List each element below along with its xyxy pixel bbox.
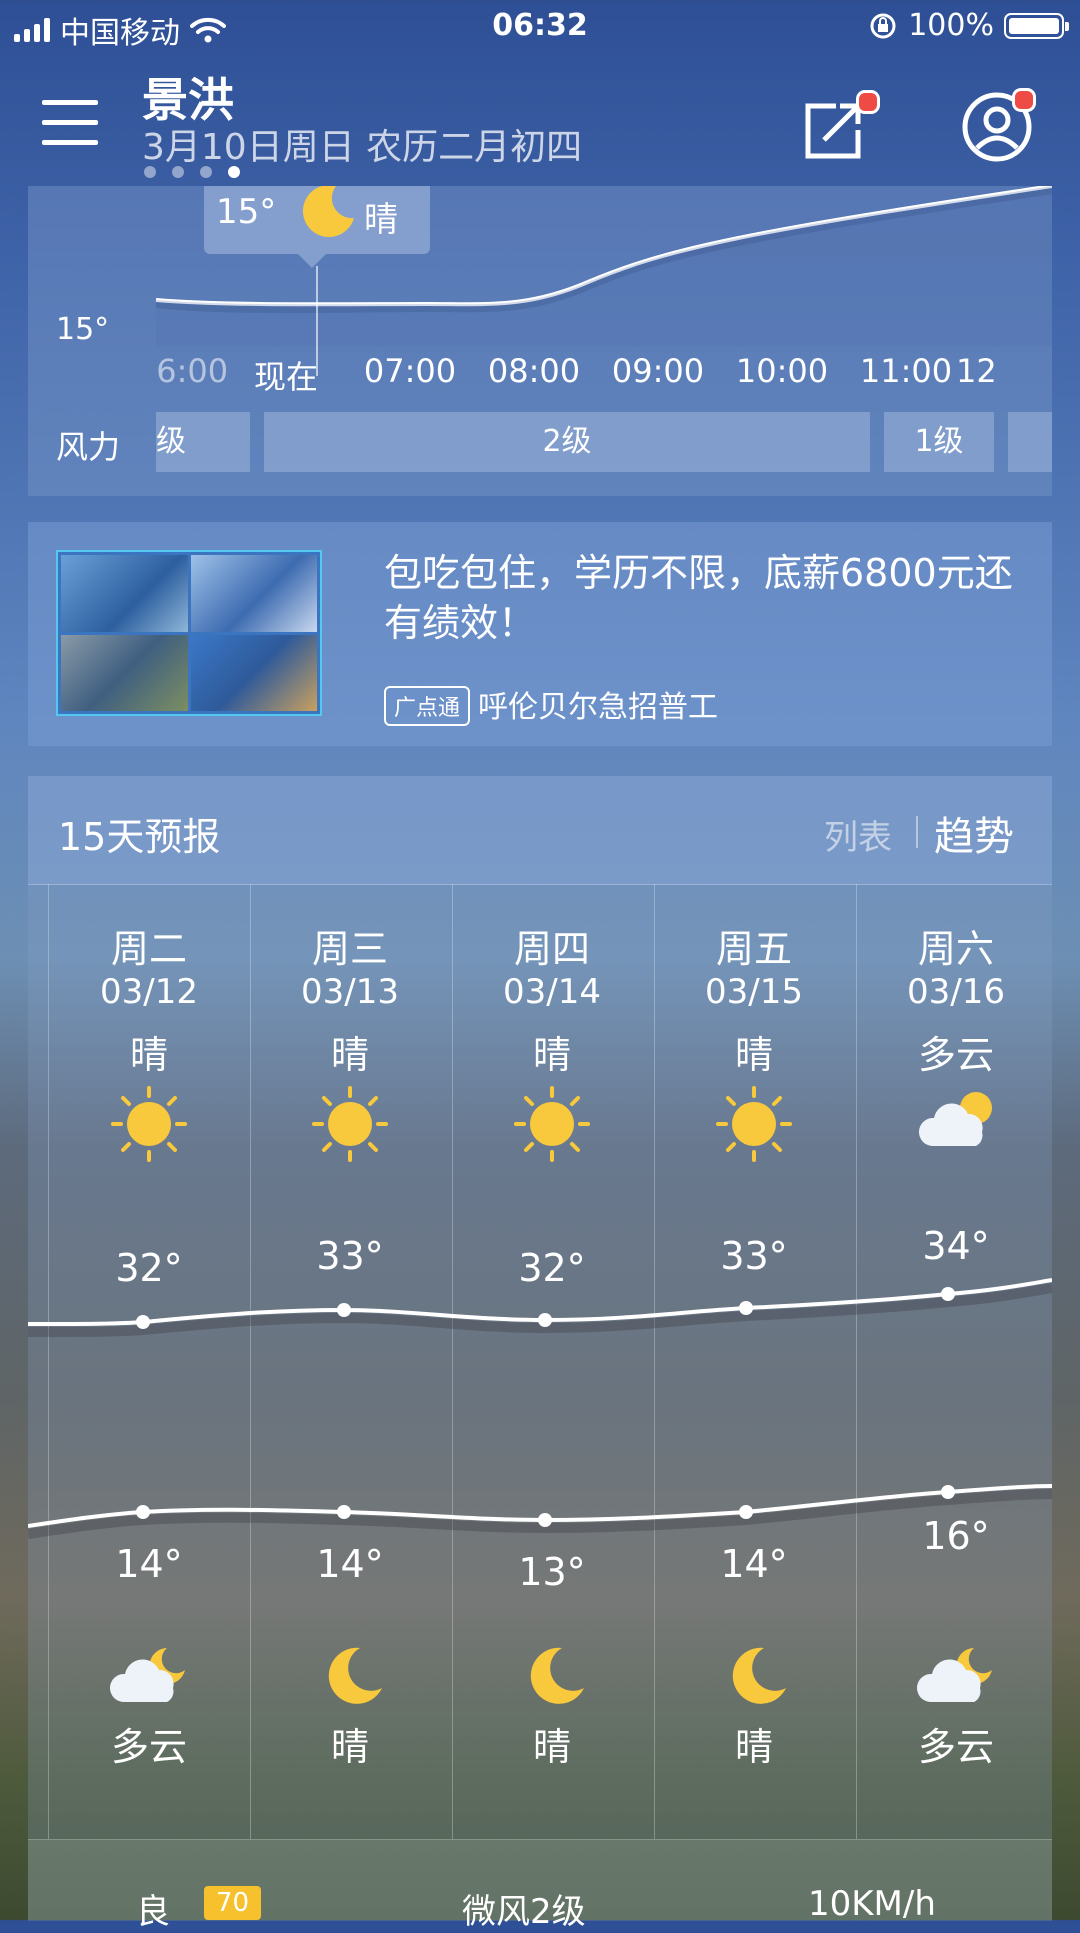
hourly-y-label: 15°	[56, 312, 110, 347]
forecast-card: 15天预报 列表 趋势 周二 03/12 晴 32° 14° 多云 周三 03/…	[28, 776, 1052, 1932]
list-view-tab[interactable]: 列表	[824, 810, 892, 859]
day-condition: 晴	[734, 1033, 773, 1077]
page-indicator	[144, 166, 240, 178]
high-temp: 33°	[316, 1234, 384, 1278]
hour-label: 10:00	[735, 352, 829, 390]
wind-label: 风力	[56, 428, 121, 466]
visibility-summary: 10KM/h	[808, 1884, 936, 1924]
user-notification-dot	[1012, 88, 1036, 112]
night-condition: 多云	[917, 1725, 994, 1769]
weekday-label: 周四	[513, 927, 590, 971]
forecast-summary-row: 良 70 微风2级 10KM/h	[28, 1839, 1052, 1932]
sun-icon	[716, 1086, 792, 1162]
date-label: 3月10日周日 农历二月初四	[142, 127, 583, 168]
page-dot	[200, 166, 212, 178]
hour-label: 11:00	[859, 352, 953, 390]
date-label: 03/12	[100, 972, 198, 1012]
tooltip-temp: 15°	[216, 192, 277, 232]
night-condition: 多云	[110, 1725, 187, 1769]
hour-label: 07:00	[363, 352, 457, 390]
high-temp: 33°	[720, 1234, 788, 1278]
sun-icon	[111, 1086, 187, 1162]
day-condition: 晴	[129, 1033, 168, 1077]
weekday-label: 周二	[110, 927, 187, 971]
page-dot-active	[228, 166, 240, 178]
app-header: 景洪 3月10日周日 农历二月初四	[0, 54, 1080, 184]
forecast-columns[interactable]: 周二 03/12 晴 32° 14° 多云 周三 03/13 晴 33° 14°…	[28, 884, 1052, 1839]
cloud-moon-icon	[916, 1648, 992, 1702]
cloud-sun-icon	[918, 1092, 992, 1146]
ad-card[interactable]: 包吃包住，学历不限，底薪6800元还有绩效！ 广点通 呼伦贝尔急招普工	[28, 522, 1052, 746]
page-dot	[144, 166, 156, 178]
moon-icon	[530, 1647, 584, 1704]
night-condition: 晴	[734, 1725, 773, 1769]
battery-percent: 100%	[908, 8, 994, 43]
battery-icon	[1004, 12, 1069, 39]
wind-segment: 2级	[264, 412, 870, 472]
tooltip-condition: 晴	[364, 200, 398, 240]
share-button[interactable]	[800, 90, 880, 164]
hour-label-now: 现在	[253, 358, 318, 396]
forecast-day-column[interactable]: 周五 03/15 晴 33° 14° 晴	[654, 884, 854, 1839]
forecast-title: 15天预报	[58, 815, 221, 859]
low-temp: 16°	[922, 1514, 990, 1558]
hourly-time-row: 06:00 现在 07:00 08:00 09:00 10:00 11:00 1…	[156, 352, 1052, 400]
orientation-lock-icon	[870, 13, 896, 38]
forecast-day-column[interactable]: 周二 03/12 晴 32° 14° 多云	[49, 884, 249, 1839]
forecast-day-column[interactable]: 周三 03/13 晴 33° 14° 晴	[250, 884, 450, 1839]
date-label: 03/14	[503, 972, 601, 1012]
air-quality-label: 良	[136, 1892, 170, 1932]
date-label: 03/16	[907, 972, 1005, 1012]
low-temp: 13°	[518, 1550, 586, 1594]
moon-icon	[328, 1647, 382, 1704]
status-bar: 中国移动 06:32 100%	[0, 0, 1080, 54]
cloud-moon-icon	[109, 1648, 185, 1702]
wind-segment: 1级	[884, 412, 994, 472]
page-dot	[172, 166, 184, 178]
wind-segment	[1008, 412, 1052, 472]
status-right: 100%	[868, 8, 1069, 43]
ad-source: 呼伦贝尔急招普工	[478, 690, 718, 725]
ad-badge: 广点通	[384, 686, 471, 726]
sun-icon	[312, 1086, 388, 1162]
forecast-day-column[interactable]: 周六 03/16 多云 34° 16° 多云	[856, 884, 1056, 1839]
day-condition: 多云	[917, 1033, 994, 1077]
aqi-badge: 70	[204, 1886, 262, 1920]
weekday-label: 周三	[311, 927, 388, 971]
hour-label: 09:00	[611, 352, 705, 390]
date-label: 03/15	[705, 972, 803, 1012]
hour-label: 12	[956, 352, 997, 390]
hour-label: 08:00	[487, 352, 581, 390]
low-temp: 14°	[115, 1542, 183, 1586]
current-temp-tooltip: 15° 晴	[204, 186, 430, 268]
forecast-header: 15天预报 列表 趋势	[28, 776, 1052, 885]
day-condition: 晴	[532, 1033, 571, 1077]
low-temp: 14°	[316, 1542, 384, 1586]
menu-button[interactable]	[42, 100, 98, 146]
wind-bars: 级 2级 1级	[156, 412, 1052, 472]
wind-summary: 微风2级	[462, 1892, 586, 1932]
share-notification-dot	[856, 90, 880, 114]
ad-title[interactable]: 包吃包住，学历不限，底薪6800元还有绩效！	[384, 548, 1024, 648]
wind-segment: 级	[156, 412, 250, 472]
day-condition: 晴	[330, 1033, 369, 1077]
weekday-label: 周五	[715, 927, 792, 971]
forecast-day-column[interactable]: 周四 03/14 晴 32° 13° 晴	[452, 884, 652, 1839]
user-button[interactable]	[960, 88, 1036, 164]
high-temp: 34°	[922, 1224, 990, 1268]
ad-image[interactable]	[56, 550, 322, 716]
weekday-label: 周六	[917, 927, 994, 971]
tab-divider	[916, 816, 918, 848]
low-temp: 14°	[720, 1542, 788, 1586]
night-condition: 晴	[330, 1725, 369, 1769]
high-temp: 32°	[115, 1246, 183, 1290]
night-condition: 晴	[532, 1725, 571, 1769]
moon-icon	[302, 186, 354, 238]
high-temp: 32°	[518, 1246, 586, 1290]
hourly-forecast-card[interactable]: 15° 晴 15° 06:00 现在 07:00 08:00 09:00 10:…	[28, 186, 1052, 496]
sun-icon	[514, 1086, 590, 1162]
moon-icon	[732, 1647, 786, 1704]
trend-view-tab[interactable]: 趋势	[934, 804, 1014, 862]
date-label: 03/13	[301, 972, 399, 1012]
